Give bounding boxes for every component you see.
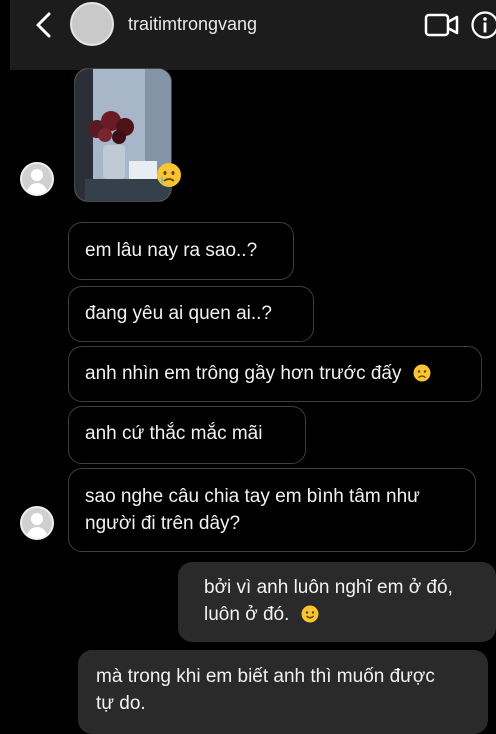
message-sent[interactable]: mà trong khi em biết anh thì muốn được t… <box>78 650 488 734</box>
message-text-line: sao nghe câu chia tay em bình tâm như <box>85 486 420 507</box>
message-text-line: người đi trên dây? <box>85 513 241 534</box>
message-received[interactable]: anh nhìn em trông gầy hơn trước đấy <box>68 346 482 402</box>
message-text-line: bởi vì anh luôn nghĩ em ở đó, <box>204 577 453 598</box>
sender-avatar[interactable] <box>20 506 54 540</box>
message-text: luôn ở đó. <box>204 604 290 625</box>
smiling-face-emoji <box>301 605 319 623</box>
message-received[interactable]: em lâu nay ra sao..? <box>68 222 294 280</box>
info-icon[interactable] <box>470 10 496 40</box>
video-camera-icon[interactable] <box>424 12 460 38</box>
crying-face-emoji <box>157 163 181 187</box>
chat-username[interactable]: traitimtrongvang <box>128 14 257 35</box>
message-received[interactable]: anh cứ thắc mắc mãi <box>68 406 306 464</box>
sender-avatar[interactable] <box>20 162 54 196</box>
message-text-line: luôn ở đó. <box>204 601 480 628</box>
message-text-line: mà trong khi em biết anh thì muốn được <box>96 666 435 687</box>
message-received[interactable]: đang yêu ai quen ai..? <box>68 286 314 342</box>
message-text: đang yêu ai quen ai..? <box>85 303 272 324</box>
message-text: em lâu nay ra sao..? <box>85 240 258 261</box>
message-received[interactable]: sao nghe câu chia tay em bình tâm như ng… <box>68 468 476 552</box>
frowning-face-emoji <box>413 364 431 382</box>
chevron-left-icon[interactable] <box>32 10 56 40</box>
message-text: anh nhìn em trông gầy hơn trước đấy <box>85 363 402 384</box>
chat-header: traitimtrongvang <box>10 0 496 70</box>
message-text: anh cứ thắc mắc mãi <box>85 423 263 444</box>
header-avatar[interactable] <box>70 2 114 46</box>
message-sent[interactable]: bởi vì anh luôn nghĩ em ở đó, luôn ở đó. <box>178 562 496 642</box>
message-text-line: tự do. <box>96 693 146 714</box>
